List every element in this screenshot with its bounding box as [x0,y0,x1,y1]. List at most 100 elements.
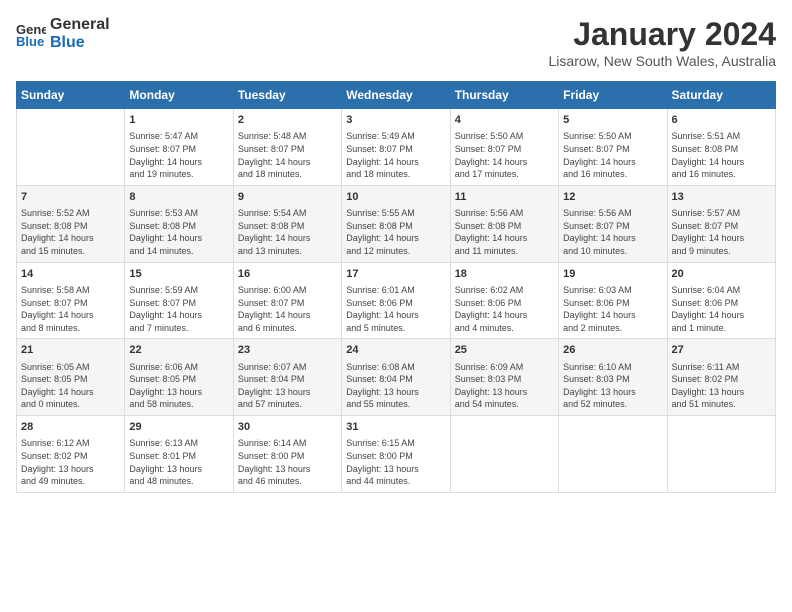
day-info: Sunrise: 5:47 AM Sunset: 8:07 PM Dayligh… [129,130,228,180]
day-number: 24 [346,343,445,358]
day-number: 3 [346,113,445,128]
day-number: 17 [346,267,445,282]
calendar-cell: 16 Sunrise: 6:00 AM Sunset: 8:07 PM Dayli… [233,262,341,339]
calendar-cell: 26 Sunrise: 6:10 AM Sunset: 8:03 PM Dayli… [559,339,667,416]
day-info: Sunrise: 5:56 AM Sunset: 8:07 PM Dayligh… [563,207,662,257]
day-info: Sunrise: 5:49 AM Sunset: 8:07 PM Dayligh… [346,130,445,180]
week-row-0: 1 Sunrise: 5:47 AM Sunset: 8:07 PM Daylig… [17,109,776,186]
calendar-cell: 20Sunrise: 6:04 AM Sunset: 8:06 PM Dayli… [667,262,775,339]
logo-icon: General Blue [16,20,46,48]
day-info: Sunrise: 6:14 AM Sunset: 8:00 PM Dayligh… [238,437,337,487]
title-area: January 2024 Lisarow, New South Wales, A… [549,16,776,69]
week-row-2: 14 Sunrise: 5:58 AM Sunset: 8:07 PM Dayli… [17,262,776,339]
calendar-cell: 12Sunrise: 5:56 AM Sunset: 8:07 PM Dayli… [559,185,667,262]
day-number: 14 [21,267,120,282]
logo-general: General [50,16,110,34]
day-number: 18 [455,267,554,282]
day-info: Sunrise: 5:50 AM Sunset: 8:07 PM Dayligh… [563,130,662,180]
month-title: January 2024 [549,16,776,53]
day-info: Sunrise: 6:00 AM Sunset: 8:07 PM Dayligh… [238,284,337,334]
calendar-cell: 31 Sunrise: 6:15 AM Sunset: 8:00 PM Dayli… [342,416,450,493]
day-number: 15 [129,267,228,282]
week-row-3: 21 Sunrise: 6:05 AM Sunset: 8:05 PM Dayli… [17,339,776,416]
calendar-cell: 19 Sunrise: 6:03 AM Sunset: 8:06 PM Dayli… [559,262,667,339]
logo-blue: Blue [50,34,110,52]
day-number: 10 [346,190,445,205]
day-number: 29 [129,420,228,435]
day-number: 2 [238,113,337,128]
day-info: Sunrise: 6:02 AM Sunset: 8:06 PM Dayligh… [455,284,554,334]
day-info: Sunrise: 5:58 AM Sunset: 8:07 PM Dayligh… [21,284,120,334]
header-monday: Monday [125,82,233,109]
day-info: Sunrise: 5:56 AM Sunset: 8:08 PM Dayligh… [455,207,554,257]
day-number: 13 [672,190,771,205]
day-info: Sunrise: 6:03 AM Sunset: 8:06 PM Dayligh… [563,284,662,334]
day-number: 5 [563,113,662,128]
day-number: 9 [238,190,337,205]
day-number: 26 [563,343,662,358]
day-info: Sunrise: 5:57 AM Sunset: 8:07 PM Dayligh… [672,207,771,257]
day-info: Sunrise: 5:59 AM Sunset: 8:07 PM Dayligh… [129,284,228,334]
header-thursday: Thursday [450,82,558,109]
day-number: 4 [455,113,554,128]
day-info: Sunrise: 6:15 AM Sunset: 8:00 PM Dayligh… [346,437,445,487]
day-info: Sunrise: 5:52 AM Sunset: 8:08 PM Dayligh… [21,207,120,257]
calendar-cell: 28 Sunrise: 6:12 AM Sunset: 8:02 PM Dayli… [17,416,125,493]
calendar-header-row: SundayMondayTuesdayWednesdayThursdayFrid… [17,82,776,109]
day-number: 11 [455,190,554,205]
svg-text:Blue: Blue [16,34,44,48]
week-row-1: 7 Sunrise: 5:52 AM Sunset: 8:08 PM Daylig… [17,185,776,262]
calendar-cell [450,416,558,493]
calendar-cell: 5 Sunrise: 5:50 AM Sunset: 8:07 PM Daylig… [559,109,667,186]
logo: General Blue General Blue [16,16,110,51]
calendar-cell: 25 Sunrise: 6:09 AM Sunset: 8:03 PM Dayli… [450,339,558,416]
calendar-cell: 15 Sunrise: 5:59 AM Sunset: 8:07 PM Dayli… [125,262,233,339]
calendar-cell: 30 Sunrise: 6:14 AM Sunset: 8:00 PM Dayli… [233,416,341,493]
calendar-table: SundayMondayTuesdayWednesdayThursdayFrid… [16,81,776,493]
day-info: Sunrise: 6:06 AM Sunset: 8:05 PM Dayligh… [129,361,228,411]
calendar-cell: 21 Sunrise: 6:05 AM Sunset: 8:05 PM Dayli… [17,339,125,416]
calendar-cell: 22 Sunrise: 6:06 AM Sunset: 8:05 PM Dayli… [125,339,233,416]
day-number: 1 [129,113,228,128]
calendar-cell [559,416,667,493]
calendar-cell: 11 Sunrise: 5:56 AM Sunset: 8:08 PM Dayli… [450,185,558,262]
day-number: 16 [238,267,337,282]
day-info: Sunrise: 6:10 AM Sunset: 8:03 PM Dayligh… [563,361,662,411]
day-info: Sunrise: 5:54 AM Sunset: 8:08 PM Dayligh… [238,207,337,257]
calendar-cell: 17 Sunrise: 6:01 AM Sunset: 8:06 PM Dayli… [342,262,450,339]
day-number: 21 [21,343,120,358]
calendar-cell: 14 Sunrise: 5:58 AM Sunset: 8:07 PM Dayli… [17,262,125,339]
day-number: 22 [129,343,228,358]
day-number: 23 [238,343,337,358]
day-number: 19 [563,267,662,282]
calendar-cell: 3 Sunrise: 5:49 AM Sunset: 8:07 PM Daylig… [342,109,450,186]
calendar-cell: 18 Sunrise: 6:02 AM Sunset: 8:06 PM Dayli… [450,262,558,339]
day-info: Sunrise: 6:08 AM Sunset: 8:04 PM Dayligh… [346,361,445,411]
day-number: 7 [21,190,120,205]
header-wednesday: Wednesday [342,82,450,109]
header-friday: Friday [559,82,667,109]
header-tuesday: Tuesday [233,82,341,109]
day-info: Sunrise: 6:05 AM Sunset: 8:05 PM Dayligh… [21,361,120,411]
day-number: 31 [346,420,445,435]
day-info: Sunrise: 6:13 AM Sunset: 8:01 PM Dayligh… [129,437,228,487]
day-info: Sunrise: 6:07 AM Sunset: 8:04 PM Dayligh… [238,361,337,411]
day-info: Sunrise: 5:48 AM Sunset: 8:07 PM Dayligh… [238,130,337,180]
calendar-cell: 27Sunrise: 6:11 AM Sunset: 8:02 PM Dayli… [667,339,775,416]
calendar-cell: 13 Sunrise: 5:57 AM Sunset: 8:07 PM Dayli… [667,185,775,262]
day-info: Sunrise: 6:12 AM Sunset: 8:02 PM Dayligh… [21,437,120,487]
day-info: Sunrise: 5:51 AM Sunset: 8:08 PM Dayligh… [672,130,771,180]
calendar-cell: 9 Sunrise: 5:54 AM Sunset: 8:08 PM Daylig… [233,185,341,262]
day-info: Sunrise: 6:11 AM Sunset: 8:02 PM Dayligh… [672,361,771,411]
calendar-body: 1 Sunrise: 5:47 AM Sunset: 8:07 PM Daylig… [17,109,776,493]
day-info: Sunrise: 5:55 AM Sunset: 8:08 PM Dayligh… [346,207,445,257]
day-number: 25 [455,343,554,358]
day-number: 30 [238,420,337,435]
day-info: Sunrise: 6:09 AM Sunset: 8:03 PM Dayligh… [455,361,554,411]
day-number: 28 [21,420,120,435]
day-number: 20 [672,267,771,282]
day-number: 6 [672,113,771,128]
calendar-cell: 6 Sunrise: 5:51 AM Sunset: 8:08 PM Daylig… [667,109,775,186]
calendar-cell: 7 Sunrise: 5:52 AM Sunset: 8:08 PM Daylig… [17,185,125,262]
day-info: Sunrise: 6:01 AM Sunset: 8:06 PM Dayligh… [346,284,445,334]
